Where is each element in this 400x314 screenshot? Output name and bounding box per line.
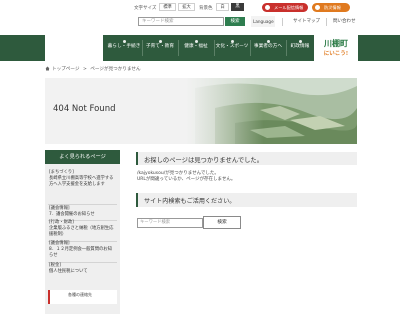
contact-link[interactable]: 問い合わせ: [333, 18, 356, 24]
bg-color-label: 背景色: [199, 6, 213, 11]
sitemap-link[interactable]: サイトマップ: [293, 18, 320, 24]
town-admin-icon: [298, 40, 302, 43]
error-message: /kajyokusou/が見つかりませんでした。 URLが間違っているか、ページ…: [137, 171, 235, 184]
site-search-heading-accent: [136, 193, 138, 207]
divider: [282, 18, 283, 26]
sidebar-divider: [48, 204, 117, 205]
nav-item-culture[interactable]: 文化・スポーツ: [215, 35, 249, 61]
mail-service-button[interactable]: メール配信情報: [262, 3, 308, 12]
page-title: 404 Not Found: [53, 104, 116, 114]
sidebar-link-resident-tax[interactable]: [税金] 個人住民税について: [49, 263, 115, 275]
home-icon: [45, 66, 50, 71]
sidebar-link-furusato-tax[interactable]: [行政・財政] 企業版ふるさと納税（地方創生応援税制）: [49, 220, 115, 239]
bg-white-button[interactable]: 白: [216, 3, 229, 11]
breadcrumb-current: ページが見つかりません: [90, 67, 141, 72]
sidebar-link-school-support[interactable]: [まちづくり] 長崎県立川棚高等学校へ進学する方へ入学支援金を支給します: [49, 170, 115, 189]
content-heading: お探しのページは見つかりませんでした。: [144, 157, 264, 164]
site-logo[interactable]: [45, 35, 103, 61]
header-search-button[interactable]: 検索: [225, 17, 245, 26]
living-icon: [122, 40, 126, 43]
town-mascot-banner[interactable]: 川棚町 にいこう!: [314, 35, 358, 61]
header-search-input[interactable]: キーワード検索: [138, 17, 224, 26]
breadcrumb: トップページ > ページが見つかりません: [45, 66, 141, 72]
text-size-large-button[interactable]: 拡大: [178, 3, 195, 11]
disaster-info-button[interactable]: 防災情報: [312, 3, 350, 12]
text-size-label: 文字サイズ: [134, 6, 157, 11]
culture-icon: [230, 40, 234, 43]
text-size-standard-button[interactable]: 標準: [159, 3, 176, 11]
sidebar-heading: よく見られるページ: [45, 150, 120, 164]
site-search-button[interactable]: 検索: [203, 216, 241, 229]
sidebar-contact-box[interactable]: 各種の連絡先: [48, 290, 117, 304]
language-selector[interactable]: Language: [251, 16, 275, 27]
sidebar-link-council-session[interactable]: [議会情報] 7．議会開催のお知らせ: [49, 206, 115, 218]
bg-black-button[interactable]: 黒: [231, 3, 244, 11]
breadcrumb-separator: >: [82, 67, 87, 72]
childcare-icon: [158, 40, 162, 43]
nav-item-business[interactable]: 事業者の方へ: [251, 35, 285, 61]
site-search-input[interactable]: キーワード検索: [137, 218, 203, 228]
health-icon: [194, 40, 198, 43]
breadcrumb-home-link[interactable]: トップページ: [52, 67, 79, 72]
site-search-heading: サイト内検索もご活用ください。: [144, 198, 236, 205]
nav-item-health[interactable]: 健康・福祉: [179, 35, 213, 61]
mail-icon: [265, 5, 270, 10]
divider: [326, 18, 327, 26]
error-message-line2: URLが間違っているか、ページが存在しません。: [137, 177, 236, 183]
nav-item-childcare[interactable]: 子育て・教育: [143, 35, 177, 61]
business-icon: [266, 40, 270, 43]
nav-item-town-admin[interactable]: 町政情報: [287, 35, 313, 61]
warning-icon: [315, 5, 320, 10]
sidebar-link-december-questions[interactable]: [議会情報] 8．１２月定例会一般質問のお知らせ: [49, 241, 115, 260]
nav-item-living[interactable]: 暮らし・手続き: [107, 35, 141, 61]
content-heading-accent: [136, 152, 138, 165]
